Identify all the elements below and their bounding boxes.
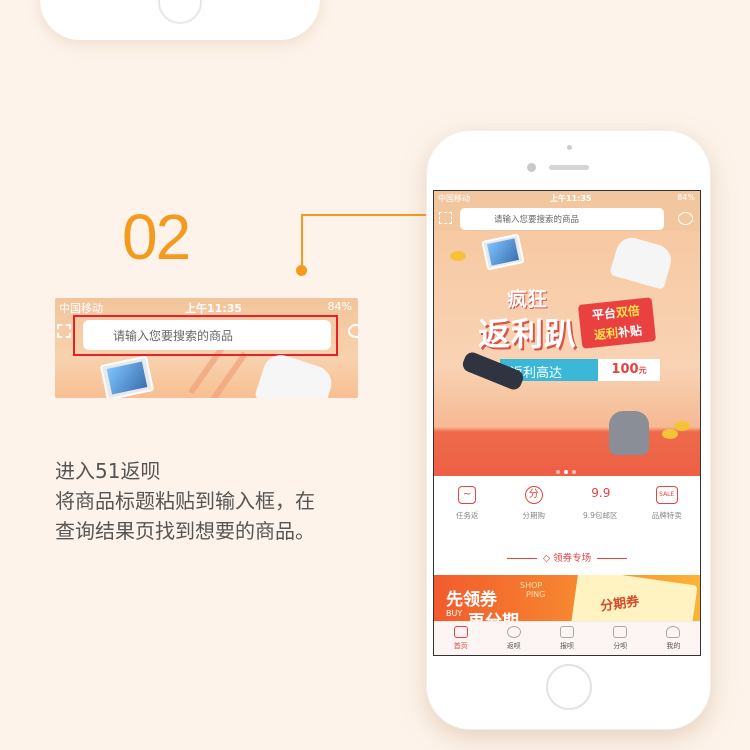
scan-icon[interactable] [439,212,452,224]
nav-item-task[interactable]: ~ 任务返 [434,478,501,536]
message-icon[interactable] [678,212,693,225]
promo-buy-label: BUY [446,609,463,618]
phone-top-partial [40,0,320,40]
installment-icon: 分 [524,486,543,504]
instruction-text: 进入51返呗 将商品标题粘贴到输入框，在 查询结果页找到想要的商品。 [55,456,315,546]
banner-title-main: 返利趴 [478,315,578,353]
user-icon [666,626,681,638]
tab-label: 首页 [453,642,468,650]
promo-banner[interactable]: 疯狂 返利趴 平台双倍 返利补贴 返利高达 100元 [434,231,700,476]
ipad-image [99,355,155,398]
nav-item-label: 9.9包邮区 [583,511,618,520]
battery-label: 84% [677,193,695,202]
time-label: 上午11:35 [185,302,243,315]
carousel-dots[interactable] [556,459,580,476]
status-bar: 中国移动 上午11:35 84% [434,191,700,204]
speaker-grille [549,165,589,170]
banner-tag: 平台双倍 返利补贴 [577,297,657,349]
section-title: ◇ 领券专场 [434,547,700,571]
nav-item-label: 品牌特卖 [651,511,682,520]
search-placeholder: 请输入您要搜索的商品 [494,215,580,225]
nine-nine-icon: 9.9 [591,486,611,500]
connector-line-horizontal [301,214,437,216]
tab-baobei[interactable]: 报呗 [540,622,593,655]
tab-label: 报呗 [560,642,574,650]
coupon-icon: ◇ [542,553,554,564]
nav-item-sale[interactable]: SALE 品牌特卖 [634,478,701,536]
instruction-line: 进入51返呗 [55,459,161,483]
coin-icon [674,421,690,431]
carrier-label: 中国移动 [59,302,103,315]
app-screen: 中国移动 上午11:35 84% 请输入您要搜索的商品 疯狂 返利趴 平台双倍 … [433,190,701,656]
zoomed-search-screenshot: 中国移动 上午11:35 84% 请输入您要搜索的商品 [55,298,358,398]
tab-fenbei[interactable]: 分呗 [594,622,647,655]
ipad-image [481,233,525,271]
pants-image [460,350,526,392]
tab-label: 分呗 [613,642,628,650]
quick-nav: ~ 任务返 分 分期购 9.9 9.9包邮区 SALE 品牌特卖 [434,478,700,536]
carrier-label: 中国移动 [438,194,470,203]
coin-icon [450,251,466,261]
tab-mine[interactable]: 我的 [647,622,700,655]
banner-title-top: 疯狂 [507,287,547,311]
nav-item-label: 任务返 [456,511,479,520]
gift-icon [560,626,574,638]
battery-label: 84% [327,300,352,313]
promo-shop-label: SHOP PING [520,581,546,599]
piggy-icon [506,626,521,638]
home-icon [453,626,468,638]
instruction-line: 将商品标题粘贴到输入框，在 [55,489,315,513]
highlight-box [73,315,338,356]
coupon-promo-banner[interactable]: 分期券 先领券 SHOPPING BUY 再分期 [434,575,700,621]
app-header: 中国移动 上午11:35 84% 请输入您要搜索的商品 [434,191,700,231]
time-label: 上午11:35 [550,194,592,203]
card-icon [613,626,628,638]
tab-home[interactable]: 首页 [434,622,487,655]
nav-item-nine-nine[interactable]: 9.9 9.9包邮区 [567,478,634,536]
backpack-image [609,411,649,455]
status-bar: 中国移动 上午11:35 84% [55,298,358,316]
instruction-line: 查询结果页找到想要的商品。 [55,519,315,543]
coin-icon [662,429,678,439]
scan-icon[interactable] [57,324,71,338]
step-number: 02 [122,201,191,273]
jacket-image [253,350,337,398]
bottom-tab-bar: 首页 返呗 报呗 分呗 我的 [434,621,700,655]
banner-price: 100元 [598,359,660,381]
tab-fanbei[interactable]: 返呗 [487,622,540,655]
nav-item-installment[interactable]: 分 分期购 [501,478,568,536]
task-icon: ~ [458,486,477,504]
home-button-icon [546,664,592,710]
promo-text-2: 再分期 [468,607,519,621]
camera-icon [527,163,536,172]
connector-dot [296,265,307,276]
tab-label: 我的 [666,642,681,650]
search-input[interactable]: 请输入您要搜索的商品 [460,208,664,230]
home-button-icon [158,0,202,24]
message-icon[interactable] [348,324,358,338]
nav-item-label: 分期购 [522,511,546,520]
tab-label: 返呗 [506,642,521,650]
jacket-image [609,234,675,290]
sale-icon: SALE [655,486,678,504]
connector-line [301,214,303,270]
